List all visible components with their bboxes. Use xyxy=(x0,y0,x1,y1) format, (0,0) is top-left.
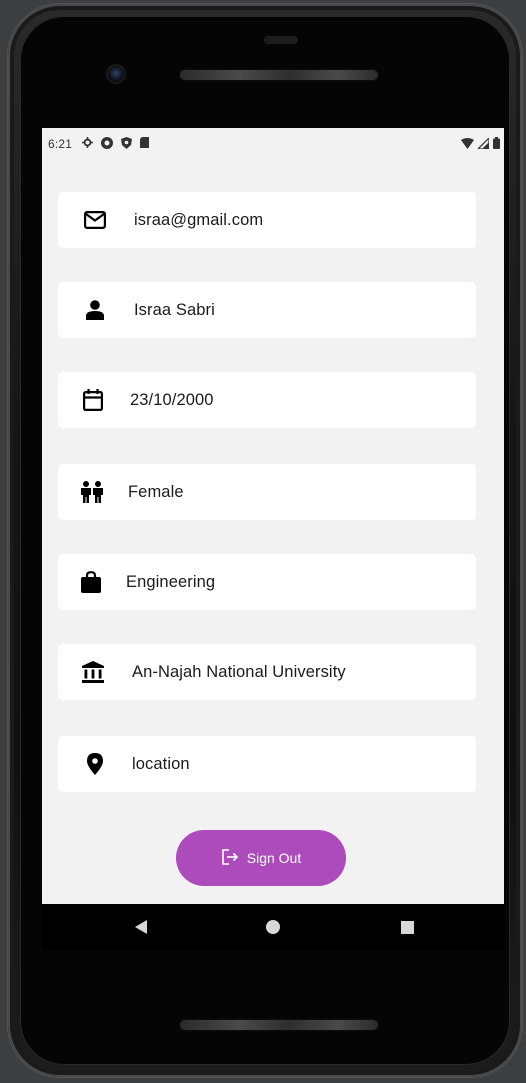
major-value: Engineering xyxy=(126,572,216,591)
status-time: 6:21 xyxy=(48,137,73,151)
front-camera xyxy=(108,66,124,82)
major-field[interactable]: Engineering xyxy=(58,554,476,610)
battery-icon xyxy=(493,137,500,152)
sign-out-button[interactable]: Sign Out xyxy=(176,830,346,886)
home-icon[interactable] xyxy=(258,904,288,950)
recents-icon[interactable] xyxy=(392,904,422,950)
gender-field[interactable]: Female xyxy=(58,464,476,520)
bottom-speaker xyxy=(180,1020,378,1030)
logout-icon xyxy=(221,848,239,868)
people-icon xyxy=(80,481,104,503)
proximity-sensor xyxy=(264,36,298,44)
mail-icon xyxy=(84,211,106,229)
status-bar: 6:21 xyxy=(42,128,504,160)
wifi-icon xyxy=(461,137,474,152)
person-icon xyxy=(86,300,104,320)
gear-icon xyxy=(82,137,94,151)
sign-out-label: Sign Out xyxy=(246,850,302,866)
location-field[interactable]: location xyxy=(58,736,476,792)
location-pin-icon xyxy=(87,753,103,775)
email-value: israa@gmail.com xyxy=(134,210,264,229)
birthdate-field[interactable]: 23/10/2000 xyxy=(58,372,476,428)
email-field[interactable]: israa@gmail.com xyxy=(58,192,476,248)
back-icon[interactable] xyxy=(126,904,156,950)
sd-card-icon xyxy=(140,137,150,151)
university-field[interactable]: An-Najah National University xyxy=(58,644,476,700)
university-value: An-Najah National University xyxy=(132,662,346,681)
top-speaker xyxy=(180,70,378,80)
shopping-bag-icon xyxy=(81,571,101,593)
status-right-icons xyxy=(461,136,500,152)
navigation-bar xyxy=(42,904,504,950)
shield-icon xyxy=(121,136,133,152)
university-icon xyxy=(82,661,104,683)
app-screen: 6:21 israa@gmail.com Israa Sabri 23/10/2… xyxy=(42,128,504,904)
birthdate-value: 23/10/2000 xyxy=(130,390,214,409)
name-value: Israa Sabri xyxy=(134,300,215,319)
signal-icon xyxy=(476,136,490,152)
location-value: location xyxy=(132,754,190,773)
name-field[interactable]: Israa Sabri xyxy=(58,282,476,338)
calendar-icon xyxy=(83,389,103,411)
record-icon xyxy=(101,136,114,152)
gender-value: Female xyxy=(128,482,184,501)
